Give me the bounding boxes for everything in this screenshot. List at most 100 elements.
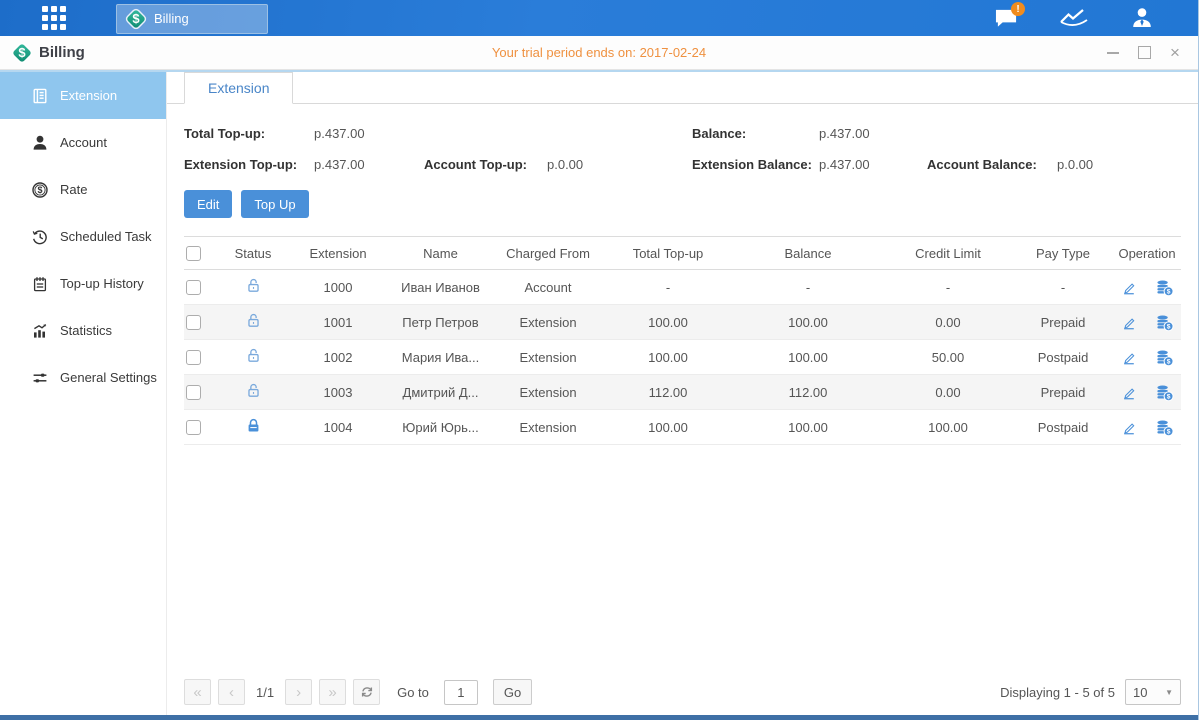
- sidebar-item-scheduled-task[interactable]: Scheduled Task: [0, 213, 166, 260]
- edit-icon[interactable]: [1120, 279, 1137, 296]
- sidebar-item-general-settings[interactable]: General Settings: [0, 354, 166, 401]
- edit-icon[interactable]: [1120, 384, 1137, 401]
- row-checkbox[interactable]: [186, 280, 201, 295]
- billing-diamond-icon: $: [126, 9, 146, 29]
- sidebar-item-topup-history[interactable]: Top-up History: [0, 260, 166, 307]
- person-icon: [30, 133, 49, 152]
- col-pay-type: Pay Type: [1013, 246, 1113, 261]
- unlocked-icon: [245, 347, 262, 364]
- chevron-down-icon: ▼: [1165, 688, 1173, 697]
- close-icon[interactable]: ×: [1166, 44, 1184, 62]
- account-topup-label: Account Top-up:: [424, 157, 547, 172]
- unlocked-icon: [245, 312, 262, 329]
- history-clock-icon: [30, 227, 49, 246]
- col-operation: Operation: [1113, 246, 1181, 261]
- table-row: 1002 Мария Ива... Extension 100.00 100.0…: [184, 340, 1181, 375]
- line-chart-icon: [1059, 7, 1089, 29]
- topup-button[interactable]: Top Up: [241, 190, 308, 218]
- sidebar-item-label: General Settings: [60, 370, 157, 385]
- sliders-icon: [30, 368, 49, 387]
- pay-type-cell: Prepaid: [1013, 315, 1113, 330]
- go-button[interactable]: Go: [493, 679, 532, 705]
- balance-cell: 112.00: [733, 385, 883, 400]
- taskbar-billing-tab[interactable]: $ Billing: [116, 4, 268, 34]
- pay-type-cell: -: [1013, 280, 1113, 295]
- account-topup-value: p.0.00: [547, 157, 692, 172]
- minimize-icon[interactable]: [1104, 44, 1122, 62]
- reports-button[interactable]: [1058, 2, 1090, 34]
- balance-cell: 100.00: [733, 350, 883, 365]
- balance-label: Balance:: [692, 126, 819, 141]
- credit-limit-cell: -: [883, 280, 1013, 295]
- extension-topup-value: p.437.00: [314, 157, 424, 172]
- unlocked-icon: [245, 277, 262, 294]
- row-checkbox[interactable]: [186, 315, 201, 330]
- topup-coins-icon[interactable]: $: [1155, 383, 1174, 402]
- extension-topup-label: Extension Top-up:: [184, 157, 314, 172]
- edit-icon[interactable]: [1120, 419, 1137, 436]
- user-menu-button[interactable]: [1126, 2, 1158, 34]
- refresh-icon: [360, 685, 374, 699]
- svg-text:$: $: [1167, 393, 1171, 400]
- taskbar-tab-label: Billing: [154, 11, 189, 26]
- goto-page-input[interactable]: [444, 680, 478, 705]
- pay-type-cell: Postpaid: [1013, 350, 1113, 365]
- table-row: 1004 Юрий Юрь... Extension 100.00 100.00…: [184, 410, 1181, 445]
- charged-from-cell: Extension: [493, 420, 603, 435]
- balance-value: p.437.00: [819, 126, 927, 141]
- name-cell: Юрий Юрь...: [388, 420, 493, 435]
- sidebar-item-rate[interactable]: $ Rate: [0, 166, 166, 213]
- refresh-button[interactable]: [353, 679, 380, 705]
- notification-badge: !: [1011, 2, 1025, 16]
- edit-button[interactable]: Edit: [184, 190, 232, 218]
- app-grid-button[interactable]: [34, 3, 74, 33]
- sidebar: Extension Account $ Rate: [0, 72, 167, 715]
- topup-coins-icon[interactable]: $: [1155, 348, 1174, 367]
- sidebar-item-label: Extension: [60, 88, 117, 103]
- sidebar-item-label: Account: [60, 135, 107, 150]
- taskbar: $ Billing !: [0, 0, 1198, 36]
- charged-from-cell: Extension: [493, 385, 603, 400]
- row-checkbox[interactable]: [186, 350, 201, 365]
- edit-icon[interactable]: [1120, 349, 1137, 366]
- pay-type-cell: Postpaid: [1013, 420, 1113, 435]
- col-total-topup: Total Top-up: [603, 246, 733, 261]
- name-cell: Петр Петров: [388, 315, 493, 330]
- col-extension: Extension: [288, 246, 388, 261]
- maximize-icon[interactable]: [1135, 44, 1153, 62]
- topup-coins-icon[interactable]: $: [1155, 418, 1174, 437]
- sidebar-item-account[interactable]: Account: [0, 119, 166, 166]
- pagination-bar: « ‹ 1/1 › » Go to Go Displayi: [167, 671, 1198, 715]
- ledger-icon: [30, 86, 49, 105]
- charged-from-cell: Account: [493, 280, 603, 295]
- sidebar-item-statistics[interactable]: Statistics: [0, 307, 166, 354]
- extensions-table: Status Extension Name Charged From Total…: [184, 236, 1181, 445]
- credit-limit-cell: 0.00: [883, 315, 1013, 330]
- topup-coins-icon[interactable]: $: [1155, 313, 1174, 332]
- first-page-button[interactable]: «: [184, 679, 211, 705]
- topup-coins-icon[interactable]: $: [1155, 278, 1174, 297]
- sidebar-item-label: Rate: [60, 182, 87, 197]
- account-balance-value: p.0.00: [1057, 157, 1181, 172]
- select-all-checkbox[interactable]: [186, 246, 201, 261]
- prev-page-button[interactable]: ‹: [218, 679, 245, 705]
- table-body: 1000 Иван Иванов Account - - - -: [184, 270, 1181, 445]
- billing-app-icon: $: [12, 43, 32, 63]
- credit-limit-cell: 100.00: [883, 420, 1013, 435]
- sidebar-item-extension[interactable]: Extension: [0, 72, 166, 119]
- extension-balance-label: Extension Balance:: [692, 157, 819, 172]
- edit-icon[interactable]: [1120, 314, 1137, 331]
- last-page-button[interactable]: »: [319, 679, 346, 705]
- next-page-button[interactable]: ›: [285, 679, 312, 705]
- row-checkbox[interactable]: [186, 385, 201, 400]
- page-size-select[interactable]: 10 ▼: [1125, 679, 1181, 705]
- tab-extension[interactable]: Extension: [184, 72, 293, 104]
- total-topup-cell: 112.00: [603, 385, 733, 400]
- charged-from-cell: Extension: [493, 315, 603, 330]
- table-header: Status Extension Name Charged From Total…: [184, 236, 1181, 270]
- goto-label: Go to: [397, 685, 429, 700]
- table-row: 1003 Дмитрий Д... Extension 112.00 112.0…: [184, 375, 1181, 410]
- messages-button[interactable]: !: [990, 2, 1022, 34]
- row-checkbox[interactable]: [186, 420, 201, 435]
- total-topup-cell: -: [603, 280, 733, 295]
